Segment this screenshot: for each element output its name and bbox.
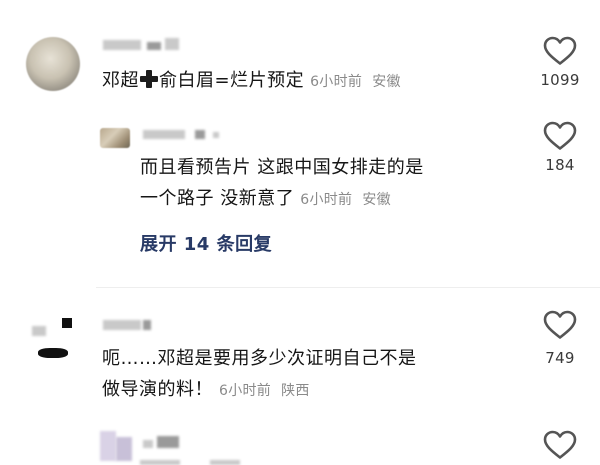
heart-outline-icon <box>543 310 577 339</box>
reply-text: 而且看预告片 这跟中国女排走的是 一个路子 没新意了 6小时前 安徽 <box>140 152 520 216</box>
username-redacted[interactable] <box>103 38 183 52</box>
comment-text: 邓超 俞白眉=烂片预定 6小时前 安徽 <box>102 65 401 98</box>
comment-text-line: 做导演的料！ 6小时前 陕西 <box>102 374 522 407</box>
comment-time: 6小时前 <box>310 74 363 90</box>
like-count: 1099 <box>540 71 580 89</box>
username-redacted[interactable] <box>143 436 203 450</box>
comment-text-part: 俞白眉=烂片预定 <box>159 70 305 91</box>
comment-text-part: 邓超 <box>102 70 139 91</box>
like-button[interactable] <box>540 310 580 340</box>
comment-location: 安徽 <box>372 74 401 90</box>
heart-outline-icon <box>543 36 577 65</box>
like-count: 184 <box>545 156 575 174</box>
avatar[interactable] <box>26 37 80 91</box>
like-count: 749 <box>545 349 575 367</box>
divider <box>96 287 600 288</box>
comment-time: 6小时前 <box>300 192 353 208</box>
truncated-comment-text <box>140 458 440 465</box>
comment-location: 安徽 <box>362 192 391 208</box>
like-button[interactable] <box>540 121 580 151</box>
comment-text-line: 呃……邓超是要用多少次证明自己不是 <box>102 348 417 369</box>
reply-text-part: 一个路子 没新意了 <box>140 188 295 209</box>
avatar[interactable] <box>28 318 80 360</box>
username-redacted[interactable] <box>103 318 163 332</box>
username-redacted[interactable] <box>143 128 243 142</box>
comment-location: 陕西 <box>281 383 310 399</box>
avatar[interactable] <box>100 431 136 465</box>
avatar[interactable] <box>100 128 130 148</box>
like-button[interactable] <box>540 36 580 66</box>
comment-text: 呃……邓超是要用多少次证明自己不是 做导演的料！ 6小时前 陕西 <box>102 343 522 407</box>
comment-text-part: 做导演的料！ <box>102 379 213 400</box>
plus-emoji-icon <box>140 70 158 88</box>
reply-text-line: 而且看预告片 这跟中国女排走的是 <box>140 157 424 178</box>
reply-text-line: 一个路子 没新意了 6小时前 安徽 <box>140 183 520 216</box>
like-button[interactable] <box>540 430 580 460</box>
expand-replies-button[interactable]: 展开 14 条回复 <box>140 230 272 256</box>
heart-outline-icon <box>543 121 577 150</box>
comment-time: 6小时前 <box>219 383 272 399</box>
heart-outline-icon <box>543 430 577 459</box>
